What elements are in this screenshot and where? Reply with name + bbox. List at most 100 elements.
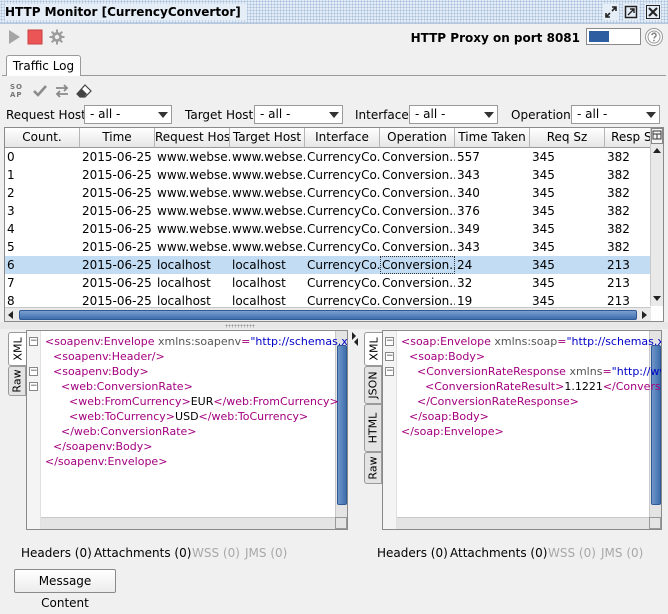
request-editor-vertical-scrollbar[interactable] xyxy=(335,331,347,519)
xml-token: </soap:Envelope> xyxy=(401,425,504,438)
request-editor-horizontal-scrollbar[interactable] xyxy=(41,517,335,529)
table-row[interactable]: 32015-06-25 ...www.webse...www.webse...C… xyxy=(5,202,651,220)
table-vertical-scrollbar[interactable] xyxy=(650,128,663,306)
table-row[interactable]: 22015-06-25 ...www.webse...www.webse...C… xyxy=(5,184,651,202)
table-row[interactable]: 02015-06-25 ...www.webse...www.webse...C… xyxy=(5,148,651,166)
bottom-tab[interactable]: WSS (0) xyxy=(192,546,240,560)
table-header: Count. Time Request Host Target Host Interfa… xyxy=(5,128,663,148)
column-header[interactable]: Interface xyxy=(305,128,380,148)
xml-token: 1.1221 xyxy=(564,380,603,393)
bottom-tab[interactable]: Attachments (0) xyxy=(450,546,547,560)
fold-toggle-icon[interactable]: − xyxy=(385,337,394,346)
table-cell: 19 xyxy=(457,294,473,306)
bottom-tab[interactable]: Headers (0) xyxy=(21,546,92,560)
eraser-icon[interactable] xyxy=(76,83,92,99)
bottom-tab[interactable]: Attachments (0) xyxy=(94,546,191,560)
fold-toggle-icon[interactable]: − xyxy=(385,367,394,376)
request-xml-editor[interactable]: − <soapenv:Envelope xmlns:soapenv="http:/… xyxy=(26,330,348,530)
close-icon[interactable] xyxy=(645,4,661,20)
checkmark-icon[interactable] xyxy=(32,83,48,99)
tab-traffic-log[interactable]: Traffic Log xyxy=(6,55,81,76)
scroll-left-icon[interactable] xyxy=(8,311,13,319)
table-row[interactable]: 62015-06-25 ...localhostlocalhostCurrenc… xyxy=(5,256,651,274)
response-tab-html-label: HTML xyxy=(366,412,380,444)
scroll-up-icon[interactable] xyxy=(653,148,661,153)
target-host-filter-select[interactable]: - all - xyxy=(254,105,343,124)
table-horizontal-scrollbar[interactable] xyxy=(5,307,651,321)
table-row[interactable]: 12015-06-25 ...www.webse...www.webse...C… xyxy=(5,166,651,184)
bottom-tab[interactable]: JMS (0) xyxy=(601,546,643,560)
response-tab-html[interactable]: HTML xyxy=(364,404,382,452)
xml-token: xmlns:soapenv xyxy=(154,335,242,348)
soap-filter-icon[interactable]: SO AP xyxy=(10,83,26,99)
response-tab-xml[interactable]: XML xyxy=(364,332,382,366)
table-cell: 2015-06-25 ... xyxy=(82,276,155,290)
column-header[interactable]: Req Sz xyxy=(530,128,605,148)
bottom-tab[interactable]: JMS (0) xyxy=(245,546,287,560)
help-icon[interactable] xyxy=(645,28,663,46)
response-editor-vertical-scrollbar[interactable] xyxy=(649,331,661,519)
bottom-tab[interactable]: Headers (0) xyxy=(377,546,448,560)
xml-token: xmlns xyxy=(565,365,603,378)
response-xml-editor[interactable]: − <soap:Envelope xmlns:soap="http://schem… xyxy=(382,330,662,530)
table-cell: www.webse... xyxy=(232,222,305,236)
fold-toggle-icon[interactable]: − xyxy=(385,352,394,361)
proxy-status-label: HTTP Proxy on port 8081 xyxy=(410,31,580,45)
zoom-icon[interactable] xyxy=(649,517,661,529)
table-row[interactable]: 42015-06-25 ...www.webse...www.webse...C… xyxy=(5,220,651,238)
scroll-thumb[interactable] xyxy=(19,310,637,320)
play-icon[interactable] xyxy=(6,29,22,45)
fold-toggle-icon[interactable]: − xyxy=(29,337,38,346)
horizontal-splitter[interactable] xyxy=(0,322,668,329)
target-host-filter-label: Target Host xyxy=(185,108,254,122)
table-cell: www.webse... xyxy=(157,150,230,164)
stop-icon[interactable] xyxy=(27,29,43,45)
splitter-grip[interactable] xyxy=(225,324,255,328)
zoom-icon[interactable] xyxy=(335,517,347,529)
table-cell: CurrencyCo... xyxy=(307,294,380,306)
undock-icon[interactable] xyxy=(603,4,619,20)
column-header[interactable]: Time xyxy=(80,128,155,148)
operation-filter-select[interactable]: - all - xyxy=(571,105,660,124)
table-cell: 345 xyxy=(532,294,555,306)
fold-toggle-icon[interactable]: − xyxy=(29,367,38,376)
table-cell: www.webse... xyxy=(157,168,230,182)
scroll-thumb[interactable] xyxy=(337,345,347,505)
table-cell: 213 xyxy=(607,258,630,272)
swap-icon[interactable] xyxy=(54,83,70,99)
table-row[interactable]: 52015-06-25 ...www.webse...www.webse...C… xyxy=(5,238,651,256)
table-cell: localhost xyxy=(157,258,211,272)
table-cell: 2015-06-25 ... xyxy=(82,186,155,200)
request-tab-raw-label: Raw xyxy=(10,369,24,393)
xml-line: </soapenv:Body> xyxy=(53,439,152,454)
table-row[interactable]: 72015-06-25 ...localhostlocalhostCurrenc… xyxy=(5,274,651,292)
table-row[interactable]: 82015-06-25 ...localhostlocalhostCurrenc… xyxy=(5,292,651,306)
table-cell: 382 xyxy=(607,222,630,236)
request-tab-raw[interactable]: Raw xyxy=(8,366,26,396)
maximize-icon[interactable] xyxy=(623,4,639,20)
response-view-tabs: XML JSON HTML Raw xyxy=(364,332,382,532)
scroll-down-icon[interactable] xyxy=(653,296,661,301)
message-content-button[interactable]: Message Content xyxy=(14,569,116,610)
scroll-right-icon[interactable] xyxy=(642,311,647,319)
column-header[interactable]: Request Host xyxy=(155,128,230,148)
request-tab-xml[interactable]: XML xyxy=(8,332,26,366)
request-host-filter-select[interactable]: - all - xyxy=(84,105,172,124)
table-cell: 2015-06-25 ... xyxy=(82,240,155,254)
gear-icon[interactable] xyxy=(49,29,65,45)
column-header[interactable]: Operation xyxy=(380,128,455,148)
column-header[interactable]: Time Taken xyxy=(455,128,530,148)
response-tab-raw[interactable]: Raw xyxy=(364,452,382,484)
response-tab-json[interactable]: JSON xyxy=(364,366,382,404)
column-chooser-icon[interactable] xyxy=(651,128,663,144)
column-header[interactable]: Target Host xyxy=(230,128,305,148)
interface-filter-label: Interface xyxy=(355,108,409,122)
bottom-tab[interactable]: WSS (0) xyxy=(548,546,596,560)
interface-filter-select[interactable]: - all - xyxy=(409,105,498,124)
fold-toggle-icon[interactable]: − xyxy=(29,382,38,391)
xml-line: <soapenv:Header/> xyxy=(53,349,165,364)
collapse-panels-icon[interactable] xyxy=(350,330,360,348)
response-editor-horizontal-scrollbar[interactable] xyxy=(397,517,649,529)
proxy-toggle[interactable] xyxy=(586,28,641,45)
column-header[interactable]: Count. xyxy=(5,128,80,148)
